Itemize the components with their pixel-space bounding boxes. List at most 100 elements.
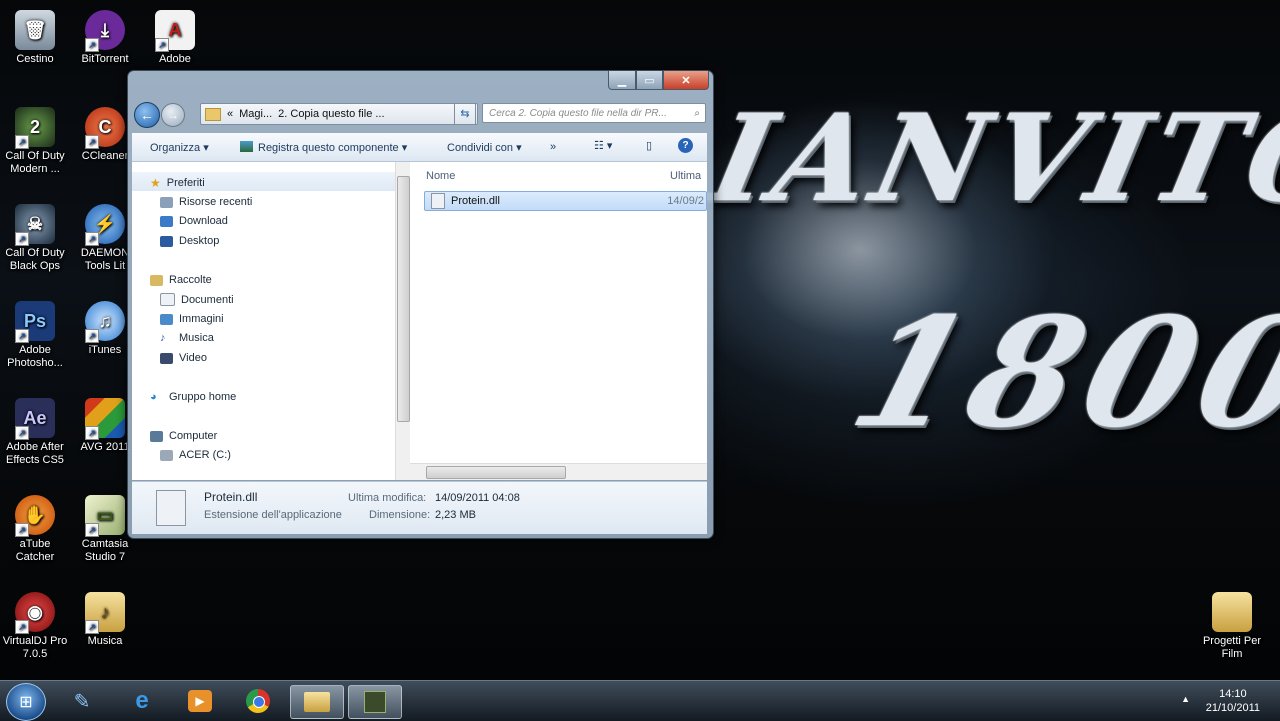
desktop-icon-after-effects[interactable]: Ae ↗ Adobe After Effects CS5 bbox=[0, 398, 70, 467]
desktop-icon-cod-mw[interactable]: 2 ↗ Call Of Duty Modern ... bbox=[0, 107, 70, 176]
nav-item-documents[interactable]: Documenti bbox=[160, 293, 234, 306]
scrollbar-thumb[interactable] bbox=[397, 176, 410, 422]
nav-label: Download bbox=[179, 215, 228, 227]
call-of-duty-mw2-icon: 2 ↗ bbox=[15, 107, 55, 149]
navigation-bar: ← → « Magi... 2. Copia questo file ... ▼… bbox=[132, 101, 709, 128]
back-button[interactable]: ← bbox=[134, 102, 160, 128]
desktop-icon-label: VirtualDJ Pro 7.0.5 bbox=[2, 635, 68, 660]
organize-button[interactable]: Organizza ▾ bbox=[150, 141, 209, 154]
refresh-button[interactable]: ⇆ bbox=[454, 103, 476, 125]
nav-item-drive-c[interactable]: ACER (C:) bbox=[160, 449, 231, 461]
nav-item-computer[interactable]: Computer bbox=[150, 430, 217, 442]
homegroup-icon: ◕ bbox=[150, 391, 157, 403]
breadcrumb-item[interactable]: 2. Copia questo file ... bbox=[278, 108, 384, 120]
desktop-icon-label: iTunes bbox=[88, 344, 122, 356]
desktop-icon-label: Adobe bbox=[159, 53, 191, 65]
atube-catcher-icon: ✋ ↗ bbox=[15, 495, 55, 537]
nav-item-desktop[interactable]: Desktop bbox=[160, 235, 219, 247]
maximize-button[interactable]: ▭ bbox=[636, 71, 663, 90]
close-button[interactable]: ✕ bbox=[663, 71, 709, 90]
address-bar[interactable]: « Magi... 2. Copia questo file ... ▼ bbox=[200, 103, 478, 125]
bittorrent-icon: ⤓ ↗ bbox=[85, 10, 125, 52]
window-caption-buttons: ▁ ▭ ✕ bbox=[608, 71, 709, 90]
taskbar-app-flash-tool[interactable]: ✎ bbox=[56, 685, 108, 717]
view-options-icon[interactable]: ☷ ▾ bbox=[594, 139, 612, 152]
desktop-icon-label: Adobe After Effects CS5 bbox=[6, 441, 64, 466]
nav-item-images[interactable]: Immagini bbox=[160, 313, 224, 325]
minimize-button[interactable]: ▁ bbox=[608, 71, 636, 90]
nav-label: Raccolte bbox=[169, 274, 212, 286]
explorer-folder-icon bbox=[304, 692, 330, 712]
taskbar-app-chrome[interactable] bbox=[232, 685, 284, 717]
column-header-modified[interactable]: Ultima bbox=[670, 170, 701, 182]
nav-item-favorites[interactable]: ★ Preferiti bbox=[150, 176, 205, 190]
file-name: Protein.dll bbox=[451, 195, 500, 207]
hard-drive-icon bbox=[160, 449, 173, 461]
star-icon: ★ bbox=[150, 176, 161, 190]
desktop-icon-cod-bo[interactable]: ☠ ↗ Call Of Duty Black Ops bbox=[0, 204, 70, 273]
folder-icon bbox=[205, 107, 221, 121]
taskbar-app-internet-explorer[interactable]: e bbox=[116, 685, 168, 717]
horizontal-scrollbar[interactable] bbox=[410, 463, 707, 480]
clock-time: 14:10 bbox=[1219, 688, 1247, 700]
desktop-icon bbox=[160, 235, 173, 247]
command-bar: Organizza ▾ Registra questo componente ▾… bbox=[132, 133, 707, 162]
nav-item-homegroup[interactable]: ◕ Gruppo home bbox=[150, 391, 236, 403]
details-type: Estensione dell'applicazione bbox=[204, 509, 342, 521]
help-icon[interactable]: ? bbox=[678, 138, 693, 153]
start-button[interactable]: ⊞ bbox=[6, 683, 46, 721]
file-row[interactable]: Protein.dll 14/09/2 bbox=[424, 191, 707, 211]
nav-label: Gruppo home bbox=[169, 391, 237, 403]
system-clock[interactable]: 14:10 21/10/2011 bbox=[1206, 687, 1260, 715]
desktop-icon-bittorrent[interactable]: ⤓ ↗ BitTorrent bbox=[70, 10, 140, 66]
nav-item-music[interactable]: ♪ Musica bbox=[160, 332, 214, 344]
close-icon: ✕ bbox=[681, 74, 691, 87]
wallpaper-title: IANVITO bbox=[700, 88, 1280, 229]
more-commands-button[interactable]: » bbox=[550, 141, 556, 153]
forward-button[interactable]: → bbox=[161, 103, 185, 127]
nav-item-recent[interactable]: Risorse recenti bbox=[160, 196, 252, 208]
navigation-scrollbar[interactable] bbox=[395, 162, 410, 480]
taskbar-app-camtasia-recorder[interactable] bbox=[348, 685, 402, 719]
taskbar-app-explorer[interactable] bbox=[290, 685, 344, 719]
adobe-reader-icon: A ↗ bbox=[155, 10, 195, 52]
flash-tool-icon: ✎ bbox=[73, 690, 91, 713]
breadcrumb-overflow[interactable]: « bbox=[227, 108, 233, 120]
music-folder-icon: ♪ ↗ bbox=[85, 592, 125, 634]
search-input[interactable]: Cerca 2. Copia questo file nella dir PR.… bbox=[482, 103, 706, 123]
share-label: Condividi con bbox=[447, 142, 514, 154]
desktop-icon-label: BitTorrent bbox=[81, 53, 129, 65]
nav-item-libraries[interactable]: Raccolte bbox=[150, 274, 212, 286]
desktop-icon-label: Progetti Per Film bbox=[1202, 635, 1262, 660]
explorer-window: ▁ ▭ ✕ ← → « Magi... 2. Copia questo file… bbox=[127, 70, 714, 539]
desktop-icon-adobe[interactable]: A ↗ Adobe bbox=[140, 10, 210, 66]
details-filename: Protein.dll bbox=[204, 490, 258, 504]
taskbar: ⊞ ✎ e ▶ ▲ 14:10 21/10/2011 bbox=[0, 680, 1280, 721]
search-icon[interactable]: ⌕ bbox=[694, 108, 700, 119]
desktop-icon-musica[interactable]: ♪ ↗ Musica bbox=[70, 592, 140, 648]
share-with-button[interactable]: Condividi con ▾ bbox=[447, 141, 522, 154]
preview-pane-icon[interactable]: ▯ bbox=[646, 139, 652, 152]
register-component-button[interactable]: Registra questo componente ▾ bbox=[240, 141, 407, 154]
desktop-icon-label: Camtasia Studio 7 bbox=[81, 538, 129, 563]
chrome-icon bbox=[246, 689, 270, 713]
file-list: Nome Ultima Protein.dll 14/09/2 bbox=[410, 162, 707, 480]
tray-overflow-arrow[interactable]: ▲ bbox=[1181, 694, 1190, 704]
wallpaper-number: 1800 bbox=[834, 285, 1280, 461]
desktop-icon-atube[interactable]: ✋ ↗ aTube Catcher bbox=[0, 495, 70, 564]
desktop-icon-label: aTube Catcher bbox=[15, 538, 55, 563]
desktop-icon-label: Cestino bbox=[16, 53, 54, 65]
desktop-icon-label: Call Of Duty Black Ops bbox=[5, 247, 65, 272]
nav-item-video[interactable]: Video bbox=[160, 352, 207, 364]
scrollbar-thumb[interactable] bbox=[426, 466, 566, 479]
taskbar-app-media-player[interactable]: ▶ bbox=[174, 685, 226, 717]
register-label: Registra questo componente bbox=[258, 142, 399, 154]
desktop-icon-recycle-bin[interactable]: 🗑 Cestino bbox=[0, 10, 70, 66]
column-header-name[interactable]: Nome bbox=[426, 170, 455, 182]
desktop-icon-photoshop[interactable]: Ps ↗ Adobe Photosho... bbox=[0, 301, 70, 370]
details-modified-value: 14/09/2011 04:08 bbox=[435, 492, 520, 504]
desktop-icon-progetti[interactable]: Progetti Per Film bbox=[1197, 592, 1267, 661]
nav-item-download[interactable]: Download bbox=[160, 215, 228, 227]
breadcrumb-item[interactable]: Magi... bbox=[239, 108, 272, 120]
desktop-icon-virtualdj[interactable]: ◉ ↗ VirtualDJ Pro 7.0.5 bbox=[0, 592, 70, 661]
